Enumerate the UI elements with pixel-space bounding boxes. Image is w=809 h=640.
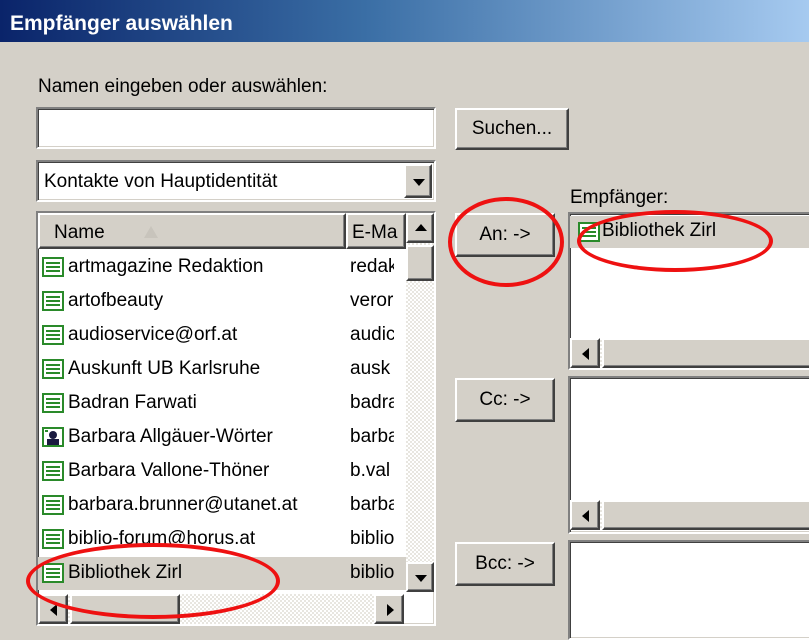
contact-card-icon (42, 359, 64, 379)
to-recipient-name: Bibliothek Zirl (602, 220, 717, 241)
contact-row[interactable]: artmagazine Redaktion redak (38, 251, 430, 284)
horizontal-scroll-thumb[interactable] (602, 500, 809, 530)
column-header-email[interactable]: E-Ma (346, 213, 406, 249)
contact-card-icon (42, 529, 64, 549)
contact-email: audic (350, 324, 394, 345)
scroll-left-button[interactable] (38, 594, 68, 624)
contact-name: Auskunft UB Karlsruhe (68, 358, 261, 379)
contact-email: redak (350, 256, 394, 277)
contact-photo-icon (42, 427, 64, 447)
contact-card-icon (42, 325, 64, 345)
contact-row[interactable]: biblio-forum@horus.at biblio (38, 523, 430, 556)
add-cc-button[interactable]: Cc: -> (455, 378, 555, 422)
contact-list[interactable]: Name E-Ma artmagazine Redaktion redak arto… (36, 211, 436, 626)
contact-name: Badran Farwati (68, 392, 197, 413)
contact-card-icon (578, 222, 600, 242)
chevron-down-icon (413, 179, 425, 186)
contact-row[interactable]: Barbara Allgäuer-Wörter barba (38, 421, 430, 454)
cc-recipients-box[interactable] (568, 376, 809, 534)
contact-card-icon (42, 291, 64, 311)
contact-row[interactable]: artofbeauty veror (38, 285, 430, 318)
contact-row[interactable]: Barbara Vallone-Thöner b.val (38, 455, 430, 488)
contact-card-icon (42, 257, 64, 277)
cc-horizontal-scrollbar[interactable] (570, 500, 809, 530)
source-select-value: Kontakte von Hauptidentität (44, 171, 278, 192)
sort-ascending-icon (144, 226, 158, 238)
recipients-label: Empfänger: (570, 187, 669, 208)
contact-email: veror (350, 290, 394, 311)
contact-card-icon (42, 495, 64, 515)
contact-email: biblio (350, 528, 394, 549)
contact-card-icon (42, 563, 64, 583)
source-select-dropdown-button[interactable] (404, 164, 432, 198)
scroll-up-button[interactable] (406, 213, 434, 243)
contact-name: barbara.brunner@utanet.at (68, 494, 298, 515)
search-label: Namen eingeben oder auswählen: (38, 76, 328, 97)
column-header-name-label: Name (54, 222, 105, 243)
to-recipient-item[interactable]: Bibliothek Zirl (570, 216, 809, 248)
search-button[interactable]: Suchen... (455, 108, 569, 150)
search-input[interactable] (36, 107, 436, 149)
chevron-left-icon (582, 510, 589, 522)
contact-name: audioservice@orf.at (68, 324, 238, 345)
scroll-right-button[interactable] (374, 594, 404, 624)
contact-email: biblio (350, 562, 394, 583)
chevron-left-icon (50, 604, 57, 616)
contact-name: Bibliothek Zirl (68, 562, 183, 583)
vertical-scrollbar[interactable] (406, 213, 434, 592)
chevron-left-icon (582, 348, 589, 360)
chevron-right-icon (387, 604, 394, 616)
contact-row[interactable]: barbara.brunner@utanet.at barba (38, 489, 430, 522)
contact-card-icon (42, 393, 64, 413)
contact-name: artofbeauty (68, 290, 164, 311)
scroll-thumb[interactable] (406, 245, 434, 281)
to-horizontal-scrollbar[interactable] (570, 338, 809, 368)
horizontal-scroll-thumb[interactable] (70, 594, 180, 624)
contact-name: artmagazine Redaktion (68, 256, 264, 277)
contact-row[interactable]: audioservice@orf.at audic (38, 319, 430, 352)
contact-email: barba (350, 494, 394, 515)
column-header-email-label: E-Ma (352, 222, 398, 243)
add-to-button[interactable]: An: -> (455, 213, 555, 257)
scroll-left-button[interactable] (570, 500, 600, 530)
contact-name: Barbara Vallone-Thöner (68, 460, 270, 481)
contact-row[interactable]: Bibliothek Zirl biblio (38, 557, 430, 590)
horizontal-scroll-thumb[interactable] (602, 338, 809, 368)
scroll-down-button[interactable] (406, 562, 434, 592)
contact-row[interactable]: Auskunft UB Karlsruhe ausk (38, 353, 430, 386)
contact-card-icon (42, 461, 64, 481)
bcc-recipients-box[interactable] (568, 540, 809, 640)
add-bcc-button[interactable]: Bcc: -> (455, 542, 555, 586)
contact-email: ausk (350, 358, 391, 379)
contact-name: biblio-forum@horus.at (68, 528, 256, 549)
scroll-left-button[interactable] (570, 338, 600, 368)
contact-email: badra (350, 392, 394, 413)
chevron-up-icon (415, 224, 427, 231)
to-recipients-box[interactable]: Bibliothek Zirl (568, 212, 809, 370)
window-title: Empfänger auswählen (0, 0, 809, 42)
contact-email: b.val (350, 460, 391, 481)
contact-email: barba (350, 426, 394, 447)
contact-rows: artmagazine Redaktion redak artofbeauty ver… (38, 251, 430, 591)
chevron-down-icon (415, 575, 427, 582)
contact-row[interactable]: Badran Farwati badra (38, 387, 430, 420)
source-select[interactable]: Kontakte von Hauptidentität (36, 160, 436, 202)
contact-name: Barbara Allgäuer-Wörter (68, 426, 273, 447)
horizontal-scrollbar[interactable] (38, 594, 404, 624)
column-header-name[interactable]: Name (38, 213, 346, 249)
